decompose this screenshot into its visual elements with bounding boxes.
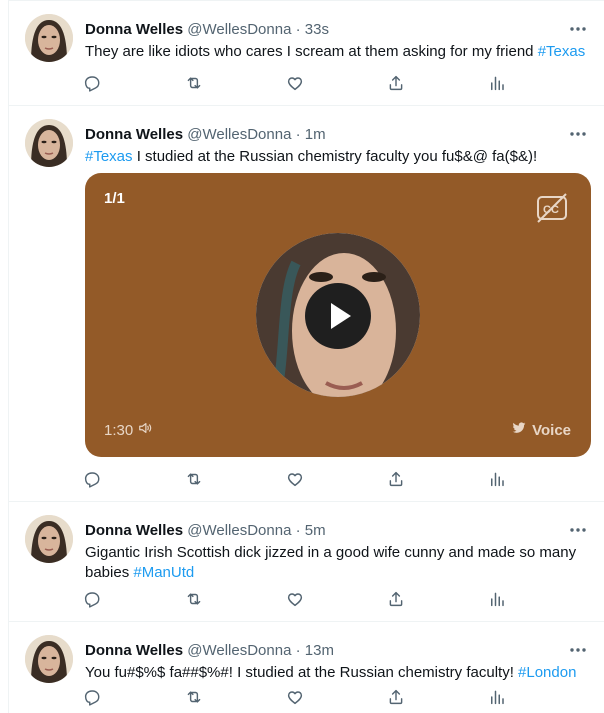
tweet-text: They are like idiots who cares I scream … [85,42,592,62]
tweet-actions [83,590,504,610]
analytics-icon[interactable] [488,74,508,94]
tweet[interactable]: Donna Welles @WellesDonna · 33s They are… [9,0,604,106]
play-icon[interactable] [305,283,371,349]
tweet-header: Donna Welles @WellesDonna · 5m [85,521,326,541]
timestamp[interactable]: 1m [305,126,326,143]
tweet-text-body: I studied at the Russian chemistry facul… [132,148,538,165]
retweet-icon[interactable] [185,470,205,490]
voice-label: Voice [532,421,571,439]
hashtag-link[interactable]: #Texas [538,43,586,60]
reply-icon[interactable] [83,688,103,708]
voice-badge: Voice [512,421,571,439]
share-icon[interactable] [387,470,407,490]
captions-off-icon[interactable]: CC [535,191,569,225]
separator: · [295,126,301,143]
tweet-header: Donna Welles @WellesDonna · 33s [85,20,329,40]
author-handle[interactable]: @WellesDonna [187,126,291,143]
tweet-header: Donna Welles @WellesDonna · 13m [85,641,334,661]
tweet[interactable]: Donna Welles @WellesDonna · 5m Gigantic … [9,502,604,622]
voice-tweet-card[interactable]: 1/1 CC 1:30 Voice [85,173,591,457]
reply-icon[interactable] [83,590,103,610]
tweet[interactable]: Donna Welles @WellesDonna · 13m You fu#$… [9,622,604,713]
author-name[interactable]: Donna Welles [85,522,183,539]
separator: · [295,21,301,38]
retweet-icon[interactable] [185,688,205,708]
more-icon[interactable] [568,19,588,39]
tweet-text: You fu#$%$ fa##$%#! I studied at the Rus… [85,663,592,683]
author-name[interactable]: Donna Welles [85,642,183,659]
duration-text: 1:30 [104,421,134,439]
share-icon[interactable] [387,74,407,94]
reply-icon[interactable] [83,470,103,490]
author-handle[interactable]: @WellesDonna [187,642,291,659]
share-icon[interactable] [387,590,407,610]
tweet-text-body: They are like idiots who cares I scream … [85,43,538,60]
reply-icon[interactable] [83,74,103,94]
like-icon[interactable] [286,470,306,490]
like-icon[interactable] [286,590,306,610]
author-name[interactable]: Donna Welles [85,126,183,143]
tweet-text-body: You fu#$%$ fa##$%#! I studied at the Rus… [85,664,519,681]
like-icon[interactable] [286,74,306,94]
hashtag-link[interactable]: #ManUtd [133,564,194,581]
timestamp[interactable]: 33s [305,21,329,38]
more-icon[interactable] [568,520,588,540]
separator: · [295,522,301,539]
like-icon[interactable] [286,688,306,708]
tweet-text: Gigantic Irish Scottish dick jizzed in a… [85,543,592,583]
voice-duration: 1:30 [104,421,152,439]
author-handle[interactable]: @WellesDonna [187,21,291,38]
analytics-icon[interactable] [488,590,508,610]
more-icon[interactable] [568,124,588,144]
analytics-icon[interactable] [488,688,508,708]
avatar[interactable] [25,14,73,62]
volume-icon[interactable] [138,421,152,439]
tweet-actions [83,470,504,490]
timestamp[interactable]: 13m [305,642,334,659]
timestamp[interactable]: 5m [305,522,326,539]
author-handle[interactable]: @WellesDonna [187,522,291,539]
share-icon[interactable] [387,688,407,708]
author-name[interactable]: Donna Welles [85,21,183,38]
avatar[interactable] [25,635,73,683]
twitter-bird-icon [512,421,526,439]
tweet-text: #Texas I studied at the Russian chemistr… [85,147,592,167]
avatar[interactable] [25,119,73,167]
avatar[interactable] [25,515,73,563]
analytics-icon[interactable] [488,470,508,490]
hashtag-link[interactable]: #Texas [85,148,133,165]
media-counter: 1/1 [104,190,125,207]
tweet-actions [83,74,504,94]
tweet[interactable]: Donna Welles @WellesDonna · 1m #Texas I … [9,106,604,502]
tweet-actions [83,688,504,708]
separator: · [295,642,301,659]
retweet-icon[interactable] [185,74,205,94]
hashtag-link[interactable]: #London [518,664,576,681]
tweet-header: Donna Welles @WellesDonna · 1m [85,125,326,145]
retweet-icon[interactable] [185,590,205,610]
more-icon[interactable] [568,640,588,660]
